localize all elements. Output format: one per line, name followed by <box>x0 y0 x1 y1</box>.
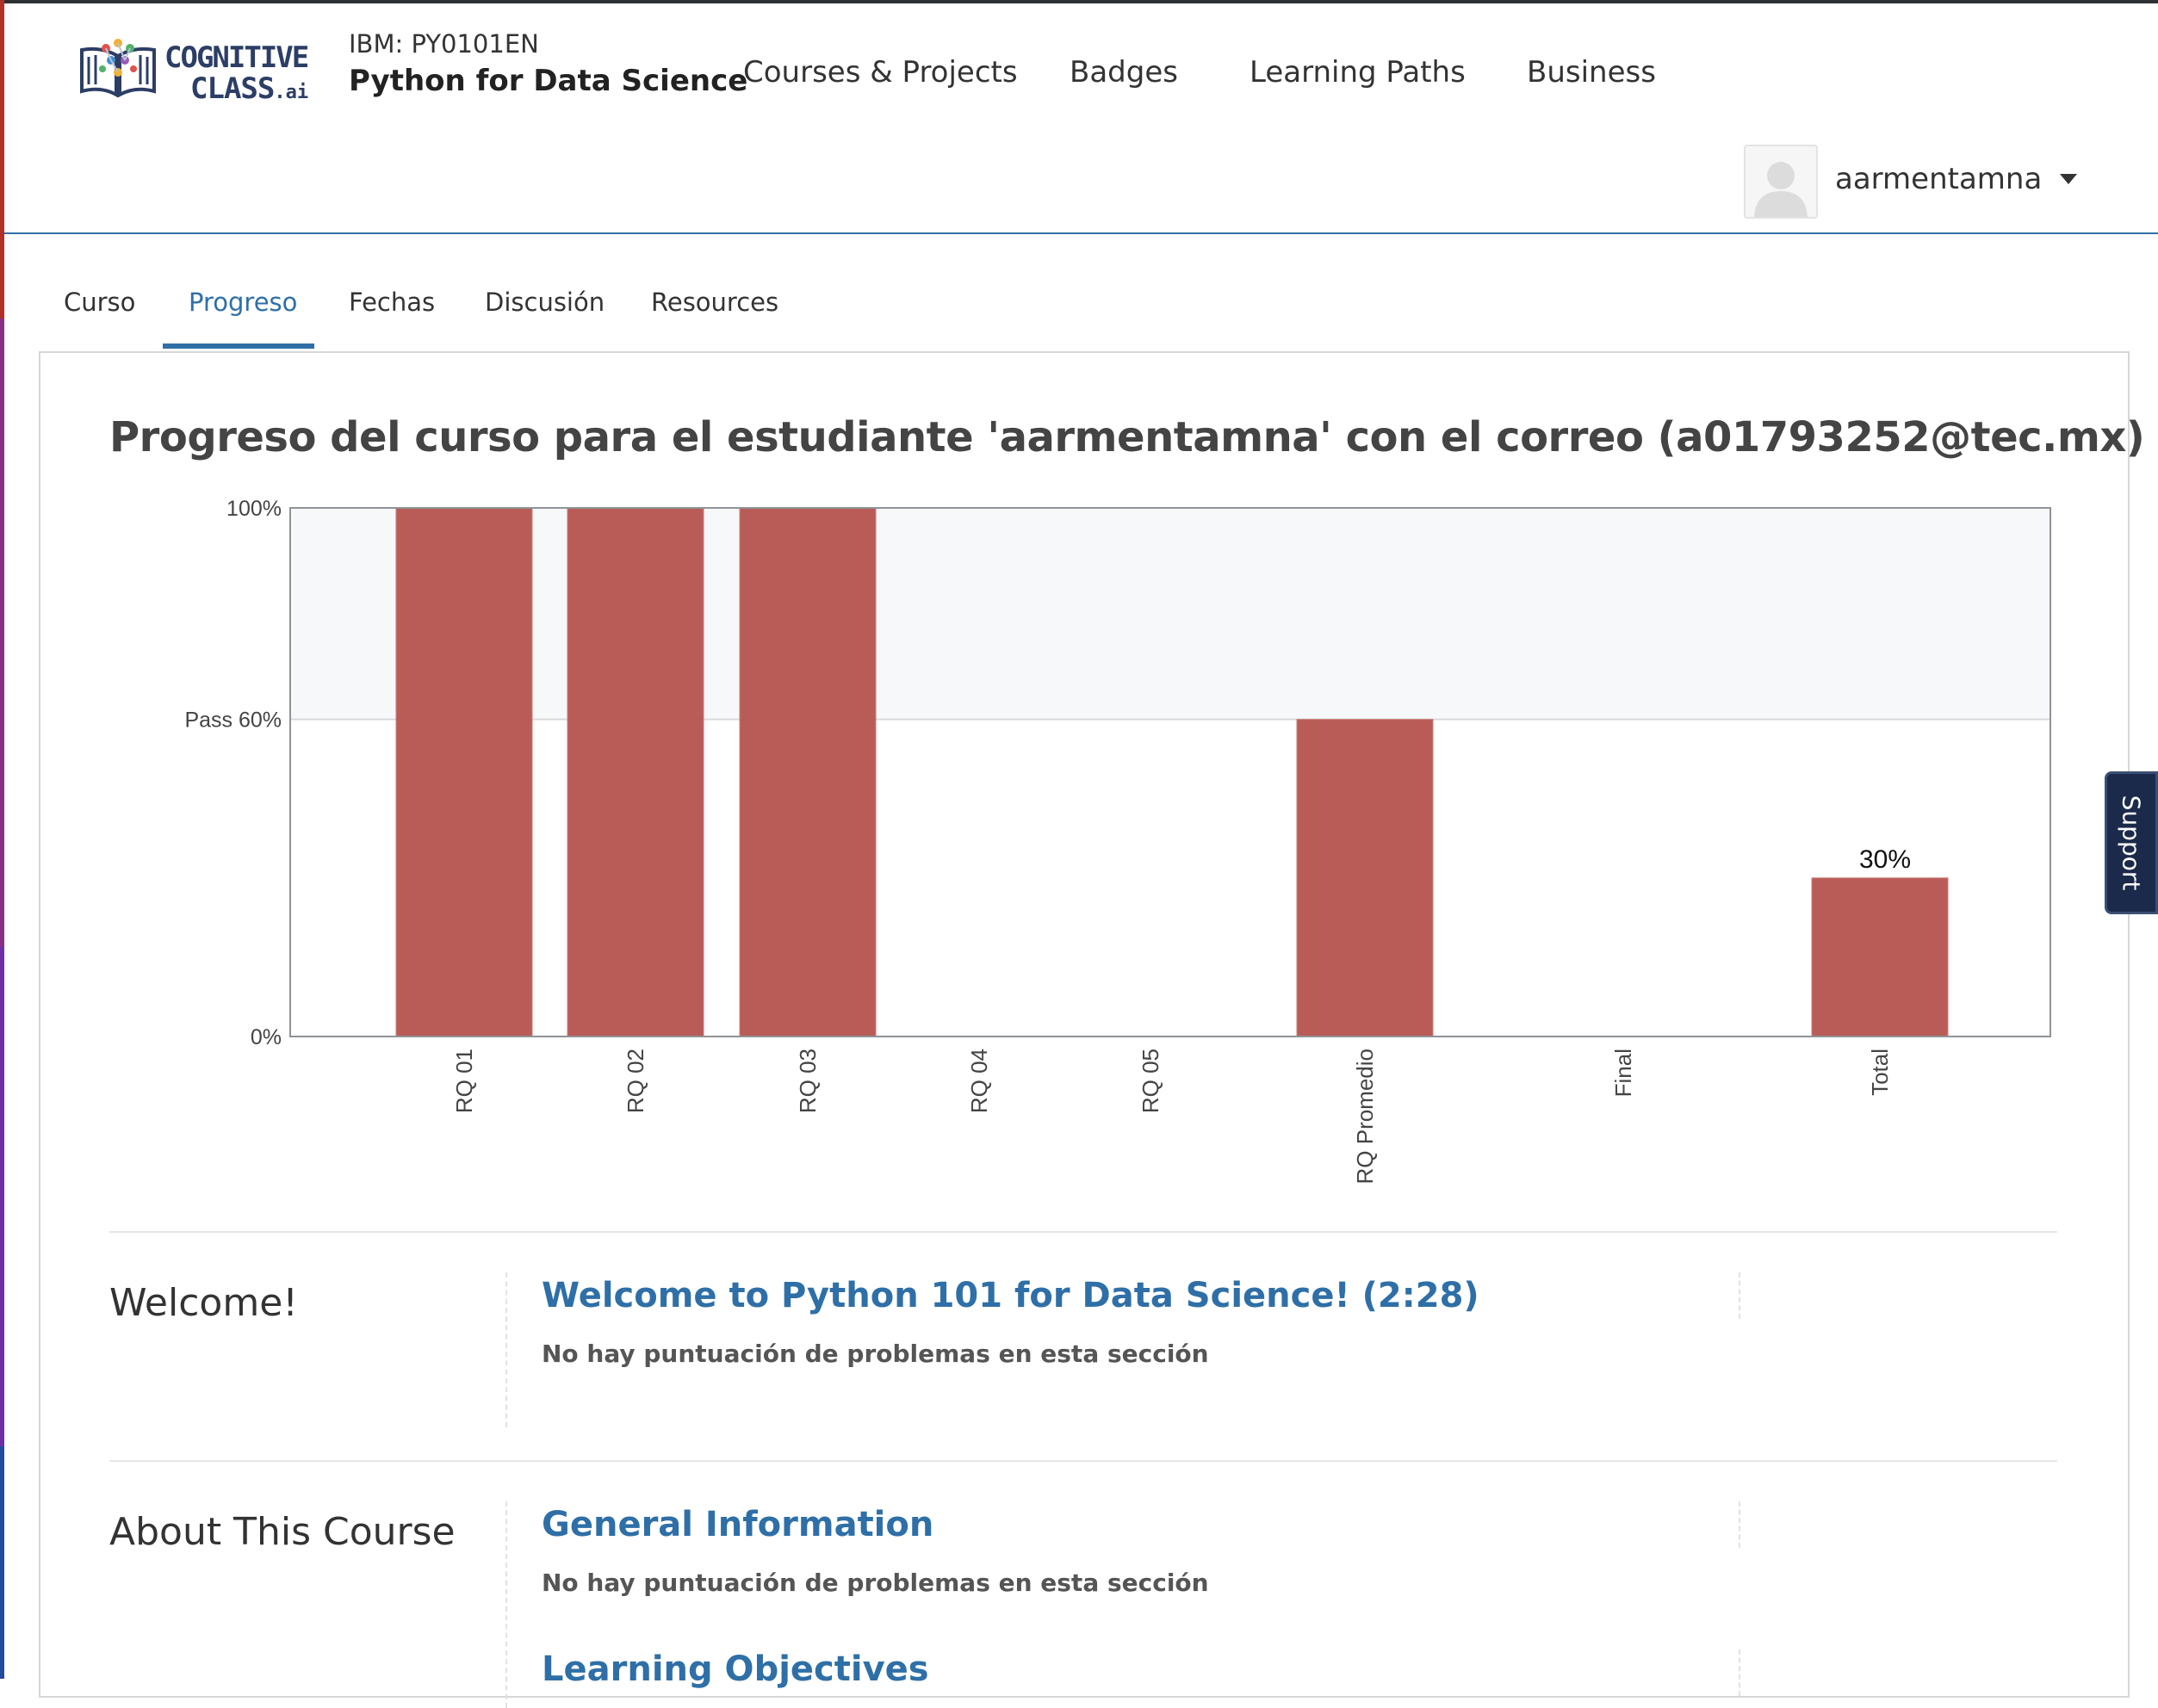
pass-band <box>290 508 2050 720</box>
window-left-edge <box>0 0 4 1679</box>
cognitive-class-logo[interactable]: COGNITIVE CLASS.ai <box>77 38 318 103</box>
chart-bar[interactable] <box>739 507 877 1037</box>
nav-courses-projects[interactable]: Courses & Projects <box>743 55 1018 90</box>
section-title-welcome: Welcome! <box>109 1281 298 1325</box>
user-menu[interactable]: aarmentamna <box>1744 145 2123 219</box>
course-code: IBM: PY0101EN <box>349 29 539 59</box>
support-tab[interactable]: Support <box>2105 771 2158 914</box>
logo-line2: CLASS.ai <box>164 74 308 103</box>
section-divider <box>109 1231 2057 1233</box>
chart-bar[interactable] <box>1811 877 1949 1037</box>
tab-discusion[interactable]: Discusión <box>485 288 605 317</box>
support-label: Support <box>2117 795 2146 891</box>
subsection-link-general-information[interactable]: General Information <box>542 1505 933 1544</box>
logo-suffix: .ai <box>274 82 309 103</box>
avatar-placeholder-icon <box>1754 162 1808 217</box>
x-tick-label: Final <box>1610 1049 1636 1097</box>
logo-line1: COGNITIVE <box>164 40 309 75</box>
nav-learning-paths[interactable]: Learning Paths <box>1250 55 1466 90</box>
x-tick-label: RQ 04 <box>966 1049 992 1113</box>
avatar[interactable] <box>1744 145 1818 219</box>
x-tick-label: RQ Promedio <box>1352 1049 1378 1185</box>
subsection-link-learning-objectives[interactable]: Learning Objectives <box>542 1649 929 1689</box>
x-tick-label: RQ 03 <box>795 1049 821 1113</box>
chart-bar[interactable] <box>567 507 704 1037</box>
site-header: COGNITIVE CLASS.ai IBM: PY0101EN Python … <box>4 3 2158 234</box>
progress-panel: Progreso del curso para el estudiante 'a… <box>39 351 2145 1708</box>
section-divider <box>109 1460 2057 1462</box>
book-network-icon <box>80 39 156 98</box>
tab-curso[interactable]: Curso <box>64 288 135 317</box>
active-tab-indicator <box>163 343 314 349</box>
x-tick-label: RQ 02 <box>623 1049 648 1113</box>
tab-progreso[interactable]: Progreso <box>189 288 297 317</box>
subsection-note: No hay puntuación de problemas en esta s… <box>542 1569 1209 1597</box>
section-separator-right <box>1739 1501 1740 1548</box>
course-name[interactable]: Python for Data Science <box>349 64 747 98</box>
tab-resources[interactable]: Resources <box>651 288 778 317</box>
bar-data-label: 30% <box>1859 845 1911 874</box>
y-tick-label: Pass 60% <box>184 709 282 733</box>
section-title-about-course: About This Course <box>109 1510 456 1554</box>
section-separator <box>505 1272 507 1427</box>
section-separator-right <box>1739 1649 1740 1696</box>
subsection-link-welcome-python-101[interactable]: Welcome to Python 101 for Data Science! … <box>542 1276 1479 1315</box>
x-tick-label: RQ 05 <box>1138 1049 1163 1113</box>
section-separator-right <box>1739 1272 1740 1319</box>
logo-line2-text: CLASS <box>190 71 275 106</box>
chart-bar[interactable] <box>395 507 533 1037</box>
grade-chart: 0% Pass 60% 100% RQ 01 RQ 02 RQ 03 RQ 04 RQ 05 R… <box>184 497 2051 1185</box>
nav-business[interactable]: Business <box>1527 55 1656 90</box>
logo-wordmark: COGNITIVE CLASS.ai <box>164 40 309 103</box>
course-tabs: Curso Progreso Fechas Discusión Resource… <box>39 234 2123 351</box>
subsection-note: No hay puntuación de problemas en esta s… <box>542 1340 1209 1368</box>
x-tick-label: Total <box>1867 1049 1893 1096</box>
tab-fechas[interactable]: Fechas <box>349 288 435 317</box>
x-tick-label: RQ 01 <box>451 1049 477 1113</box>
y-tick-label: 100% <box>226 497 282 521</box>
section-separator <box>505 1501 507 1708</box>
y-tick-label: 0% <box>251 1025 282 1049</box>
caret-down-icon[interactable] <box>2056 165 2081 191</box>
chart-bar[interactable] <box>1296 719 1434 1037</box>
nav-badges[interactable]: Badges <box>1070 55 1178 90</box>
username[interactable]: aarmentamna <box>1835 162 2042 196</box>
